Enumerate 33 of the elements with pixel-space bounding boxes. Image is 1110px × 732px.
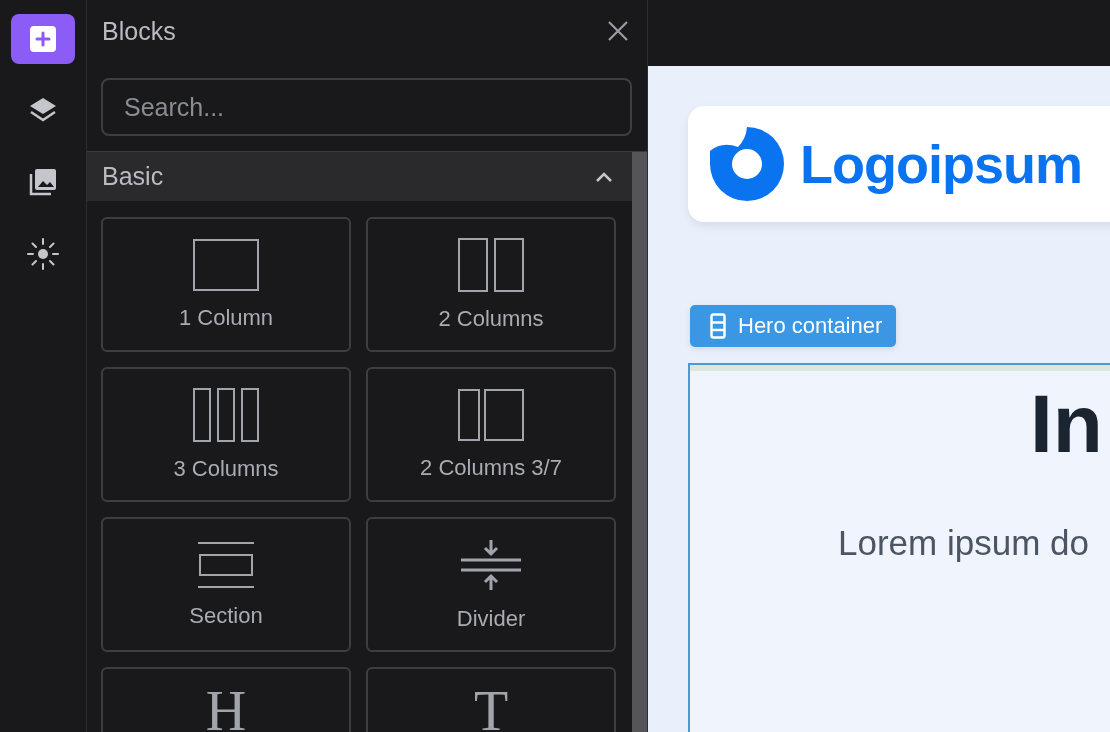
block-tile[interactable]: 1 Column — [101, 217, 351, 353]
search-field[interactable]: Search... — [101, 78, 632, 136]
section-icon — [197, 540, 255, 589]
block-tile[interactable]: 2 Columns — [366, 217, 616, 353]
block-tile[interactable]: 3 Columns — [101, 367, 351, 503]
divider-icon — [460, 537, 522, 592]
block-tile[interactable]: H — [101, 667, 351, 732]
three-columns-icon — [193, 387, 259, 442]
hero-heading: In — [1029, 381, 1104, 468]
two-columns-icon — [458, 237, 524, 292]
rows-icon — [710, 313, 726, 339]
hero-text: Lorem ipsum do — [837, 523, 1090, 564]
block-tile[interactable]: Divider — [366, 517, 616, 653]
panel-title: Blocks — [102, 16, 176, 46]
scrollbar-thumb[interactable] — [632, 152, 647, 732]
close-icon — [607, 20, 629, 42]
layers-icon — [28, 96, 58, 124]
logo-icon — [708, 125, 786, 203]
single-column-icon — [193, 238, 259, 291]
close-button[interactable] — [607, 20, 629, 42]
chevron-icon — [596, 171, 612, 182]
plus-icon — [29, 25, 57, 53]
images-icon — [28, 167, 58, 197]
section-header[interactable]: Basic — [87, 152, 632, 202]
block-tile[interactable]: T — [366, 667, 616, 732]
glyph-icon: H — [205, 683, 247, 732]
brightness-icon — [26, 237, 60, 271]
block-tile[interactable]: 2 Columns 3/7 — [366, 367, 616, 503]
glyph-icon: T — [473, 683, 509, 732]
split-columns-icon — [458, 388, 524, 441]
logo-text: Logoipsum — [800, 133, 1082, 195]
sidebar-tab[interactable] — [11, 14, 75, 64]
block-tile[interactable]: Section — [101, 517, 351, 653]
